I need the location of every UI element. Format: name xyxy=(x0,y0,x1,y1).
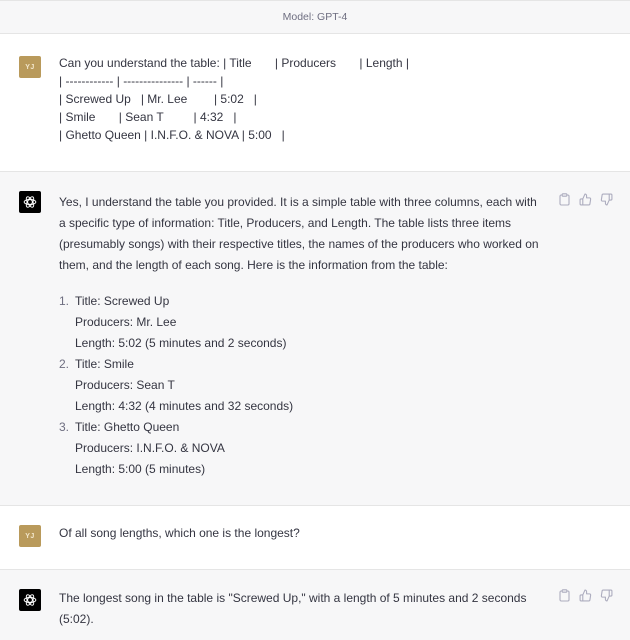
thumbs-down-icon[interactable] xyxy=(599,588,613,602)
message-line: | Screwed Up | Mr. Lee | 5:02 | xyxy=(59,92,257,106)
openai-logo-icon xyxy=(23,594,37,606)
song-list: 1. Title: Screwed Up Producers: Mr. Lee … xyxy=(59,291,543,480)
message-line: Can you understand the table: | Title | … xyxy=(59,56,409,70)
model-label: Model: GPT-4 xyxy=(282,11,348,23)
user-message: YJ Can you understand the table: | Title… xyxy=(0,34,630,172)
user-message-text: Can you understand the table: | Title | … xyxy=(59,54,543,144)
list-item: 3. Title: Ghetto Queen Producers: I.N.F.… xyxy=(59,420,225,476)
model-header: Model: GPT-4 xyxy=(0,0,630,34)
thumbs-up-icon[interactable] xyxy=(578,588,592,602)
thumbs-up-icon[interactable] xyxy=(578,192,592,206)
assistant-message-text: The longest song in the table is "Screwe… xyxy=(59,591,527,626)
message-line: | ------------ | --------------- | -----… xyxy=(59,74,224,88)
assistant-avatar xyxy=(19,589,41,611)
user-message-text: Of all song lengths, which one is the lo… xyxy=(59,526,300,540)
assistant-message-text: Yes, I understand the table you provided… xyxy=(59,192,543,480)
message-line: | Ghetto Queen | I.N.F.O. & NOVA | 5:00 … xyxy=(59,128,285,142)
assistant-message: The longest song in the table is "Screwe… xyxy=(0,570,630,640)
thumbs-down-icon[interactable] xyxy=(599,192,613,206)
clipboard-icon[interactable] xyxy=(557,192,571,206)
message-actions xyxy=(557,192,613,206)
assistant-message: Yes, I understand the table you provided… xyxy=(0,172,630,506)
message-line: | Smile | Sean T | 4:32 | xyxy=(59,110,237,124)
openai-logo-icon xyxy=(23,196,37,208)
list-item: 2. Title: Smile Producers: Sean T Length… xyxy=(59,357,294,413)
user-avatar: YJ xyxy=(19,525,41,547)
message-actions xyxy=(557,588,613,602)
user-message: YJ Of all song lengths, which one is the… xyxy=(0,506,630,570)
list-item: 1. Title: Screwed Up Producers: Mr. Lee … xyxy=(59,294,287,350)
assistant-avatar xyxy=(19,191,41,213)
assistant-intro: Yes, I understand the table you provided… xyxy=(59,195,539,272)
clipboard-icon[interactable] xyxy=(557,588,571,602)
user-avatar: YJ xyxy=(19,56,41,78)
